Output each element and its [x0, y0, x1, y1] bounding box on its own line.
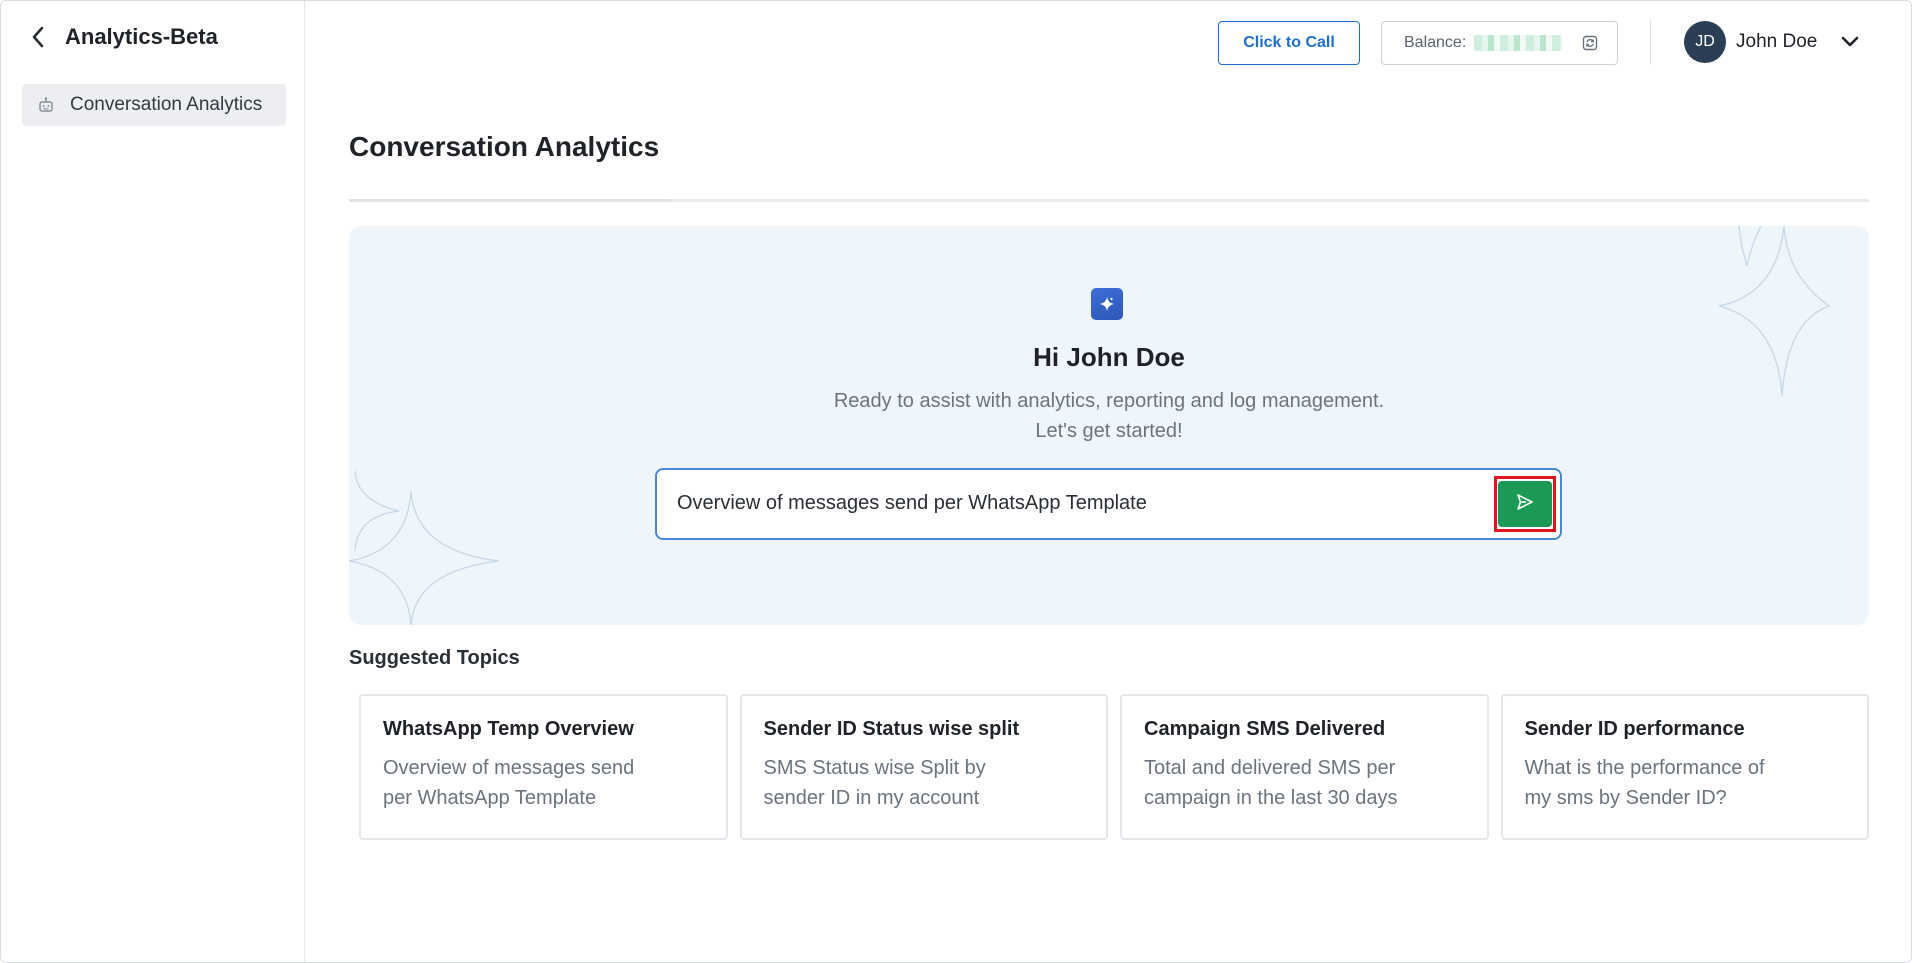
- sidebar-back-link[interactable]: Analytics-Beta: [25, 21, 218, 53]
- robot-icon: [36, 95, 56, 115]
- topic-description-line: per WhatsApp Template: [383, 787, 597, 809]
- sidebar-item-label: Conversation Analytics: [70, 94, 263, 115]
- suggested-topic-card[interactable]: Campaign SMS Delivered Total and deliver…: [1120, 694, 1489, 840]
- tab-underline-active: [349, 199, 671, 202]
- suggested-topics-list: WhatsApp Temp Overview Overview of messa…: [359, 694, 1869, 840]
- decor-star-icon: [349, 471, 500, 625]
- topic-description-line: campaign in the last 30 days: [1144, 787, 1398, 809]
- suggested-topics-title: Suggested Topics: [349, 647, 520, 669]
- topic-description: Total and delivered SMS per campaign in …: [1144, 753, 1465, 813]
- sidebar: Analytics-Beta Conversation Analytics: [1, 1, 305, 962]
- topic-description-line: Overview of messages send: [383, 757, 635, 779]
- suggested-topic-card[interactable]: Sender ID performance What is the perfor…: [1500, 694, 1869, 840]
- send-icon: [1515, 492, 1535, 517]
- topic-description-line: SMS Status wise Split by: [763, 757, 986, 779]
- topic-description: Overview of messages send per WhatsApp T…: [383, 753, 704, 813]
- balance-value-obscured: [1474, 35, 1563, 51]
- suggested-topic-card[interactable]: Sender ID Status wise split SMS Status w…: [739, 694, 1108, 840]
- topic-title: WhatsApp Temp Overview: [383, 718, 634, 740]
- hero-subtitle: Ready to assist with analytics, reportin…: [349, 386, 1869, 446]
- topic-description-line: Total and delivered SMS per: [1144, 757, 1396, 779]
- balance-label: Balance:: [1404, 34, 1467, 51]
- hero-subtitle-line: Ready to assist with analytics, reportin…: [833, 390, 1385, 412]
- chat-input-box: [655, 468, 1562, 540]
- sidebar-item-conversation-analytics[interactable]: Conversation Analytics: [22, 84, 286, 126]
- chevron-down-icon[interactable]: [1839, 31, 1861, 53]
- click-to-call-button[interactable]: Click to Call: [1218, 21, 1360, 65]
- refresh-icon[interactable]: [1580, 33, 1600, 53]
- topic-title: Sender ID performance: [1524, 718, 1745, 740]
- topic-description: What is the performance of my sms by Sen…: [1525, 753, 1846, 813]
- sidebar-title: Analytics-Beta: [65, 24, 218, 49]
- app-window: Analytics-Beta Conversation Analytics Cl…: [0, 0, 1912, 963]
- topic-description-line: What is the performance of: [1524, 757, 1765, 779]
- hero-subtitle-line: Let's get started!: [1035, 420, 1183, 442]
- chevron-left-icon[interactable]: [25, 21, 51, 53]
- hero-greeting: Hi John Doe: [1033, 342, 1185, 372]
- topic-title: Campaign SMS Delivered: [1144, 718, 1386, 740]
- topic-description-line: sender ID in my account: [763, 787, 980, 809]
- send-button-highlight: [1494, 476, 1556, 532]
- assistant-hero: Hi John Doe Ready to assist with analyti…: [349, 226, 1869, 625]
- user-menu[interactable]: JD John Doe: [1684, 21, 1861, 63]
- topic-description: SMS Status wise Split by sender ID in my…: [764, 753, 1085, 813]
- suggested-topic-card[interactable]: WhatsApp Temp Overview Overview of messa…: [359, 694, 728, 840]
- avatar[interactable]: JD: [1684, 21, 1726, 63]
- page-title: Conversation Analytics: [349, 131, 660, 162]
- send-button[interactable]: [1498, 481, 1552, 527]
- topic-description-line: my sms by Sender ID?: [1524, 787, 1727, 809]
- balance-box: Balance:: [1381, 21, 1618, 65]
- topic-title: Sender ID Status wise split: [763, 718, 1020, 740]
- topbar-divider: [1650, 19, 1651, 65]
- user-name[interactable]: John Doe: [1736, 31, 1817, 53]
- chat-input[interactable]: [677, 470, 1477, 537]
- sparkle-icon: [1091, 288, 1123, 320]
